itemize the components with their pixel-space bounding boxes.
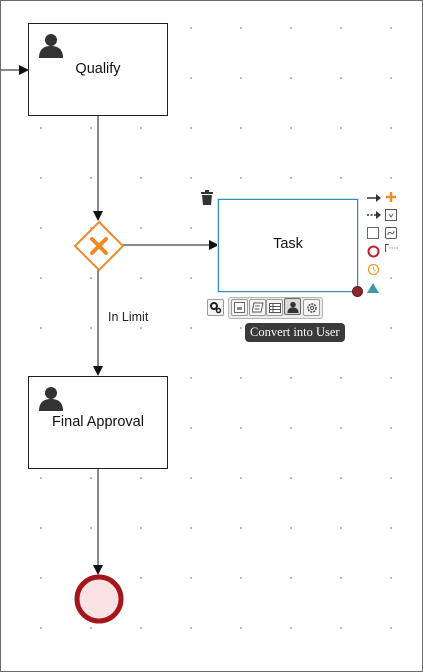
arrow-icon[interactable] <box>367 193 381 203</box>
resize-handle[interactable] <box>352 286 363 297</box>
user-icon <box>286 301 299 313</box>
convert-business-rule-button[interactable] <box>266 299 283 316</box>
task-icon <box>234 302 245 313</box>
text-annotation-icon[interactable] <box>385 244 399 254</box>
circle-icon[interactable] <box>367 245 380 258</box>
end-event[interactable] <box>73 574 125 626</box>
gears-icon <box>210 302 222 314</box>
clock-icon[interactable] <box>367 263 380 276</box>
triangle-icon[interactable] <box>366 282 380 294</box>
tooltip-convert-user: Convert into User <box>245 323 345 342</box>
plus-icon[interactable] <box>385 191 397 203</box>
table-icon <box>268 302 281 313</box>
data-input-icon[interactable] <box>385 209 397 221</box>
task-label: Task <box>273 236 303 252</box>
user-icon <box>39 387 63 411</box>
task-final-approval[interactable]: Final Approval <box>28 376 168 469</box>
square-icon[interactable] <box>367 227 379 239</box>
convert-user-button[interactable] <box>284 298 301 315</box>
trash-icon[interactable] <box>200 190 214 205</box>
task-new[interactable]: Task <box>218 199 358 292</box>
gear-icon <box>306 302 317 313</box>
convert-script-button[interactable] <box>249 299 266 316</box>
dotted-arrow-icon[interactable] <box>367 210 381 220</box>
task-qualify[interactable]: Qualify <box>28 23 168 116</box>
exclusive-gateway[interactable] <box>73 220 125 272</box>
convert-none-button[interactable] <box>231 299 248 316</box>
task-label: Qualify <box>75 61 121 77</box>
subprocess-icon[interactable] <box>385 227 397 239</box>
convert-service-button[interactable] <box>303 299 320 316</box>
bpmn-canvas[interactable]: Qualify In Limit Task Convert into User … <box>0 0 423 672</box>
user-icon <box>39 34 63 58</box>
flow-label-in-limit: In Limit <box>108 310 149 324</box>
gear-menu-button[interactable] <box>207 299 224 316</box>
task-label: Final Approval <box>52 414 144 430</box>
script-icon <box>251 302 264 313</box>
